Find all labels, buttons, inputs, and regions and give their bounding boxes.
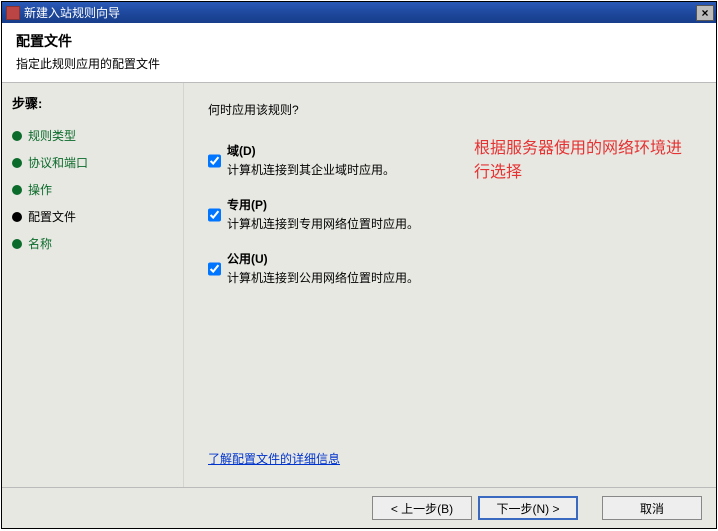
step-profile[interactable]: 配置文件 [12, 203, 183, 230]
body: 步骤: 规则类型 协议和端口 操作 配置文件 名称 [2, 83, 716, 487]
option-label: 公用(U) [227, 250, 419, 267]
next-button[interactable]: 下一步(N) > [478, 496, 578, 520]
page-subtitle: 指定此规则应用的配置文件 [16, 55, 702, 72]
option-label: 域(D) [227, 142, 395, 159]
steps-sidebar: 步骤: 规则类型 协议和端口 操作 配置文件 名称 [2, 83, 184, 487]
bullet-icon [12, 131, 22, 141]
checkbox-public[interactable] [208, 252, 221, 286]
step-action[interactable]: 操作 [12, 176, 183, 203]
option-public: 公用(U) 计算机连接到公用网络位置时应用。 [208, 250, 696, 286]
option-label: 专用(P) [227, 196, 419, 213]
cancel-button[interactable]: 取消 [602, 496, 702, 520]
step-label: 名称 [28, 235, 52, 252]
steps-title: 步骤: [12, 93, 183, 112]
step-label: 操作 [28, 181, 52, 198]
learn-more-link[interactable]: 了解配置文件的详细信息 [208, 450, 696, 467]
annotation-text: 根据服务器使用的网络环境进行选择 [474, 137, 694, 185]
wizard-window: 新建入站规则向导 × 配置文件 指定此规则应用的配置文件 步骤: 规则类型 协议… [1, 1, 717, 529]
main-panel: 何时应用该规则? 域(D) 计算机连接到其企业域时应用。 专用(P) 计算机连接… [184, 83, 716, 487]
footer: < 上一步(B) 下一步(N) > 取消 [2, 487, 716, 528]
firewall-icon [6, 6, 20, 20]
step-rule-type[interactable]: 规则类型 [12, 122, 183, 149]
back-button[interactable]: < 上一步(B) [372, 496, 472, 520]
step-label: 配置文件 [28, 208, 76, 225]
page-title: 配置文件 [16, 31, 702, 51]
option-desc: 计算机连接到其企业域时应用。 [227, 161, 395, 178]
bullet-icon [12, 185, 22, 195]
titlebar: 新建入站规则向导 × [2, 2, 716, 23]
window-title: 新建入站规则向导 [24, 4, 120, 21]
step-label: 协议和端口 [28, 154, 88, 171]
bullet-icon [12, 239, 22, 249]
close-button[interactable]: × [696, 5, 714, 21]
bullet-icon [12, 158, 22, 168]
step-name[interactable]: 名称 [12, 230, 183, 257]
option-desc: 计算机连接到专用网络位置时应用。 [227, 215, 419, 232]
prompt-text: 何时应用该规则? [208, 101, 696, 118]
checkbox-private[interactable] [208, 198, 221, 232]
checkbox-domain[interactable] [208, 144, 221, 178]
step-label: 规则类型 [28, 127, 76, 144]
step-protocol-port[interactable]: 协议和端口 [12, 149, 183, 176]
option-desc: 计算机连接到公用网络位置时应用。 [227, 269, 419, 286]
bullet-icon [12, 212, 22, 222]
header: 配置文件 指定此规则应用的配置文件 [2, 23, 716, 83]
close-icon: × [701, 7, 708, 19]
option-private: 专用(P) 计算机连接到专用网络位置时应用。 [208, 196, 696, 232]
